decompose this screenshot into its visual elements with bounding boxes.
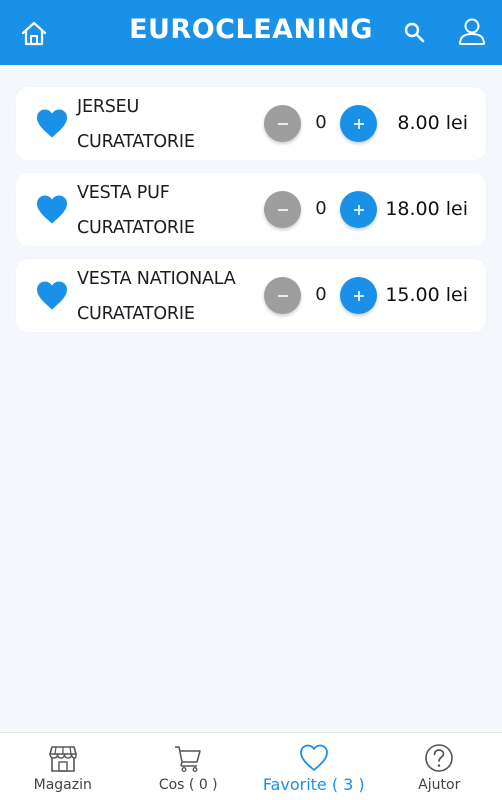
- search-icon[interactable]: [402, 20, 426, 44]
- plus-icon: [353, 204, 364, 215]
- cart-icon: [175, 746, 201, 772]
- shop-icon: [48, 746, 77, 772]
- favorites-list: JERSEU CURATATORIE 0 8.00 lei VESTA PUF …: [16, 87, 486, 345]
- list-item[interactable]: JERSEU CURATATORIE 0 8.00 lei: [16, 87, 486, 160]
- list-item[interactable]: VESTA PUF CURATATORIE 0 18.00 lei: [16, 173, 486, 246]
- user-icon[interactable]: [457, 16, 487, 46]
- item-name: VESTA PUF: [77, 183, 170, 203]
- minus-icon: [277, 208, 288, 211]
- item-category: CURATATORIE: [77, 304, 195, 324]
- tab-magazin[interactable]: Magazin: [0, 733, 126, 800]
- decrease-button[interactable]: [264, 277, 301, 314]
- item-price: 18.00 lei: [385, 198, 468, 220]
- home-icon[interactable]: [20, 19, 48, 47]
- tab-label: Favorite ( 3 ): [262, 775, 365, 794]
- decrease-button[interactable]: [264, 191, 301, 228]
- heart-icon[interactable]: [36, 108, 68, 139]
- quantity-value: 0: [315, 284, 327, 305]
- app-title: EUROCLEANING: [129, 14, 373, 45]
- item-price: 8.00 lei: [397, 112, 468, 134]
- heart-icon[interactable]: [36, 280, 68, 311]
- quantity-value: 0: [315, 112, 327, 133]
- item-category: CURATATORIE: [77, 132, 195, 152]
- item-name: VESTA NATIONALA: [77, 269, 236, 289]
- tab-label: Ajutor: [418, 777, 461, 793]
- item-category: CURATATORIE: [77, 218, 195, 238]
- bottom-nav: Magazin Cos ( 0 ) Favorite ( 3 ) Ajutor: [0, 732, 502, 800]
- item-name: JERSEU: [77, 97, 140, 117]
- increase-button[interactable]: [340, 277, 377, 314]
- tab-cos[interactable]: Cos ( 0 ): [126, 733, 252, 800]
- app-header: EUROCLEANING: [0, 0, 502, 65]
- heart-icon: [299, 744, 328, 771]
- decrease-button[interactable]: [264, 105, 301, 142]
- minus-icon: [277, 294, 288, 297]
- quantity-value: 0: [315, 198, 327, 219]
- tab-favorite[interactable]: Favorite ( 3 ): [251, 733, 377, 800]
- increase-button[interactable]: [340, 105, 377, 142]
- minus-icon: [277, 122, 288, 125]
- plus-icon: [353, 118, 364, 129]
- help-icon: [425, 744, 454, 772]
- tab-label: Magazin: [33, 777, 92, 793]
- plus-icon: [353, 290, 364, 301]
- increase-button[interactable]: [340, 191, 377, 228]
- list-item[interactable]: VESTA NATIONALA CURATATORIE 0 15.00 lei: [16, 259, 486, 332]
- heart-icon[interactable]: [36, 194, 68, 225]
- tab-ajutor[interactable]: Ajutor: [377, 733, 502, 800]
- tab-label: Cos ( 0 ): [158, 777, 218, 793]
- item-price: 15.00 lei: [385, 284, 468, 306]
